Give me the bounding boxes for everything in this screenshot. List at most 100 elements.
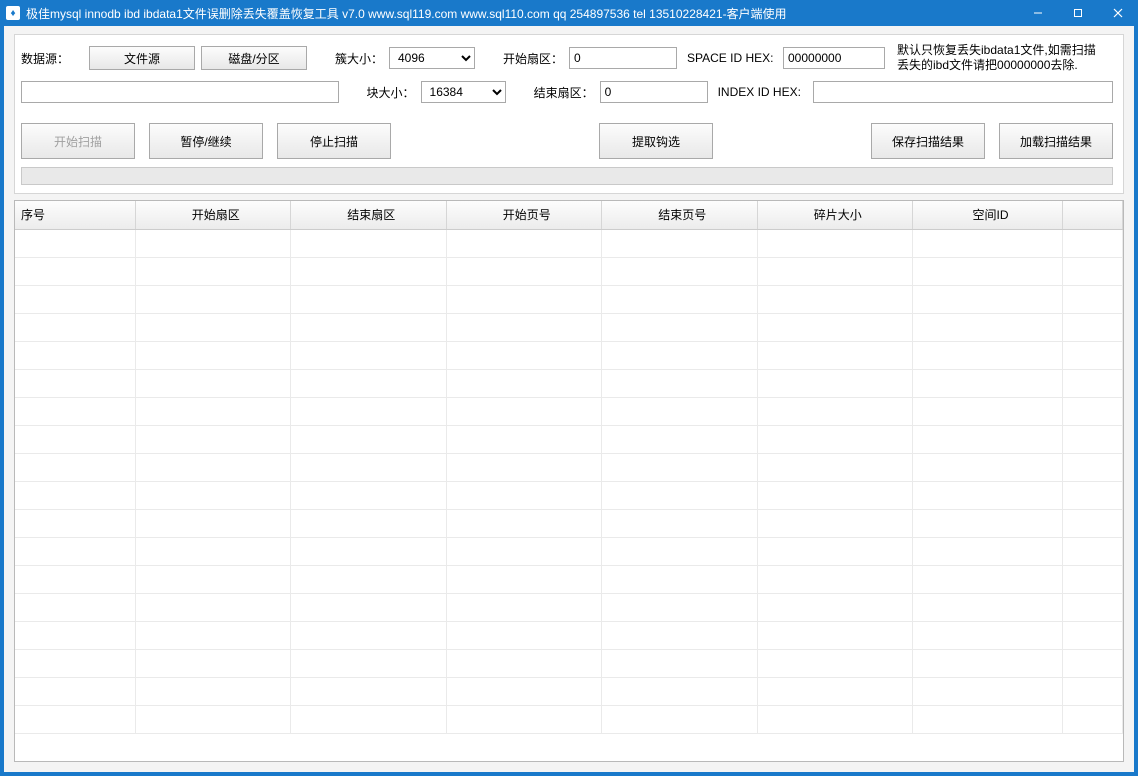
table-cell xyxy=(1063,677,1123,705)
start-scan-button[interactable]: 开始扫描 xyxy=(21,123,135,159)
table-cell xyxy=(291,285,447,313)
table-cell xyxy=(757,537,913,565)
table-cell xyxy=(446,453,602,481)
table-row[interactable] xyxy=(15,229,1123,257)
close-button[interactable] xyxy=(1098,0,1138,26)
table-cell xyxy=(913,229,1063,257)
table-cell xyxy=(1063,509,1123,537)
table-cell xyxy=(135,285,291,313)
end-sector-input[interactable] xyxy=(600,81,708,103)
note-text: 默认只恢复丢失ibdata1文件,如需扫描丢失的ibd文件请把00000000去… xyxy=(897,43,1097,73)
table-cell xyxy=(1063,397,1123,425)
table-row[interactable] xyxy=(15,397,1123,425)
table-cell xyxy=(15,313,135,341)
table-cell xyxy=(1063,257,1123,285)
col-end-sector[interactable]: 结束扇区 xyxy=(291,201,447,229)
table-row[interactable] xyxy=(15,425,1123,453)
table-cell xyxy=(446,481,602,509)
table-cell xyxy=(135,453,291,481)
content-area: 数据源： 文件源 磁盘/分区 簇大小： 4096 开始扇区： SPACE ID … xyxy=(0,26,1138,776)
table-cell xyxy=(291,453,447,481)
table-cell xyxy=(757,341,913,369)
disk-partition-button[interactable]: 磁盘/分区 xyxy=(201,46,307,70)
table-cell xyxy=(291,481,447,509)
table-cell xyxy=(913,509,1063,537)
start-sector-input[interactable] xyxy=(569,47,677,69)
results-table: 序号 开始扇区 结束扇区 开始页号 结束页号 碎片大小 空间ID xyxy=(15,201,1123,734)
path-input[interactable] xyxy=(21,81,339,103)
table-cell xyxy=(1063,229,1123,257)
minimize-button[interactable] xyxy=(1018,0,1058,26)
table-row[interactable] xyxy=(15,341,1123,369)
table-cell xyxy=(15,229,135,257)
extract-check-button[interactable]: 提取钩选 xyxy=(599,123,713,159)
table-cell xyxy=(135,425,291,453)
col-frag-size[interactable]: 碎片大小 xyxy=(757,201,913,229)
col-seq[interactable]: 序号 xyxy=(15,201,135,229)
table-cell xyxy=(291,677,447,705)
table-cell xyxy=(1063,341,1123,369)
table-cell xyxy=(135,313,291,341)
table-cell xyxy=(757,313,913,341)
table-row[interactable] xyxy=(15,369,1123,397)
table-row[interactable] xyxy=(15,481,1123,509)
table-row[interactable] xyxy=(15,313,1123,341)
table-cell xyxy=(446,537,602,565)
row-1: 数据源： 文件源 磁盘/分区 簇大小： 4096 开始扇区： SPACE ID … xyxy=(21,43,1113,73)
stop-scan-button[interactable]: 停止扫描 xyxy=(277,123,391,159)
table-cell xyxy=(15,509,135,537)
table-row[interactable] xyxy=(15,509,1123,537)
table-cell xyxy=(446,285,602,313)
table-cell xyxy=(291,537,447,565)
table-cell xyxy=(291,257,447,285)
table-cell xyxy=(291,369,447,397)
start-sector-label: 开始扇区： xyxy=(499,50,563,67)
index-id-hex-input[interactable] xyxy=(813,81,1113,103)
col-start-page[interactable]: 开始页号 xyxy=(446,201,602,229)
space-id-hex-input[interactable] xyxy=(783,47,885,69)
titlebar: ♦ 极佳mysql innodb ibd ibdata1文件误删除丢失覆盖恢复工… xyxy=(0,0,1138,26)
table-cell xyxy=(913,621,1063,649)
table-cell xyxy=(602,621,758,649)
table-cell xyxy=(757,649,913,677)
col-space-id[interactable]: 空间ID xyxy=(913,201,1063,229)
table-row[interactable] xyxy=(15,649,1123,677)
table-cell xyxy=(15,285,135,313)
table-row[interactable] xyxy=(15,257,1123,285)
table-cell xyxy=(602,593,758,621)
table-cell xyxy=(913,369,1063,397)
table-cell xyxy=(913,257,1063,285)
table-row[interactable] xyxy=(15,453,1123,481)
cluster-size-select[interactable]: 4096 xyxy=(389,47,475,69)
table-row[interactable] xyxy=(15,593,1123,621)
table-row[interactable] xyxy=(15,621,1123,649)
table-cell xyxy=(15,341,135,369)
col-blank[interactable] xyxy=(1063,201,1123,229)
table-row[interactable] xyxy=(15,705,1123,733)
block-size-select[interactable]: 16384 xyxy=(421,81,506,103)
table-cell xyxy=(446,621,602,649)
table-row[interactable] xyxy=(15,285,1123,313)
pause-resume-button[interactable]: 暂停/继续 xyxy=(149,123,263,159)
block-size-label: 块大小： xyxy=(363,84,415,101)
table-cell xyxy=(602,285,758,313)
table-cell xyxy=(1063,705,1123,733)
col-end-page[interactable]: 结束页号 xyxy=(602,201,758,229)
maximize-button[interactable] xyxy=(1058,0,1098,26)
table-cell xyxy=(291,649,447,677)
load-results-button[interactable]: 加载扫描结果 xyxy=(999,123,1113,159)
table-cell xyxy=(15,565,135,593)
table-cell xyxy=(1063,593,1123,621)
table-cell xyxy=(291,565,447,593)
save-results-button[interactable]: 保存扫描结果 xyxy=(871,123,985,159)
table-row[interactable] xyxy=(15,537,1123,565)
table-cell xyxy=(15,649,135,677)
table-cell xyxy=(15,369,135,397)
progress-bar xyxy=(21,167,1113,185)
table-row[interactable] xyxy=(15,565,1123,593)
file-source-button[interactable]: 文件源 xyxy=(89,46,195,70)
col-start-sector[interactable]: 开始扇区 xyxy=(135,201,291,229)
table-cell xyxy=(757,677,913,705)
table-row[interactable] xyxy=(15,677,1123,705)
table-cell xyxy=(291,509,447,537)
